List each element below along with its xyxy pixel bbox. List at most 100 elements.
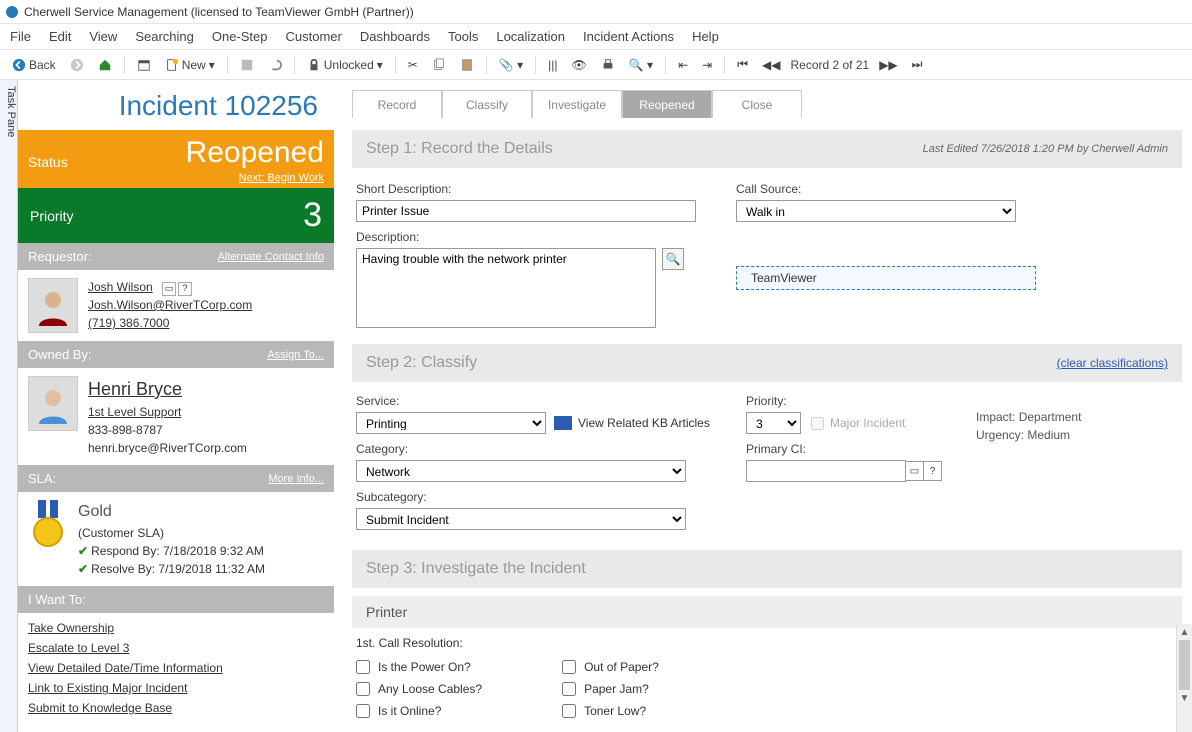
service-select[interactable]: Printing (356, 412, 546, 434)
lock-button[interactable]: Unlocked ▾ (303, 56, 387, 74)
attach-button[interactable]: 📎 ▾ (495, 56, 527, 74)
toolbar: Back New ▾ Unlocked ▾ ✂ 📎 ▾ ||| 👁 🔍 ▾ ⇤ … (0, 50, 1192, 80)
back-button[interactable]: Back (8, 56, 60, 74)
menu-localization[interactable]: Localization (496, 29, 565, 44)
tab-close[interactable]: Close (712, 90, 802, 118)
copy-button[interactable] (428, 56, 450, 74)
menu-file[interactable]: File (10, 29, 31, 44)
clear-classifications-link[interactable]: (clear classifications) (1057, 356, 1168, 370)
outdent-button[interactable]: ⇤ (674, 56, 692, 74)
zoom-icon[interactable]: 🔍 (662, 248, 684, 270)
cut-button[interactable]: ✂ (404, 56, 422, 74)
menu-incident-actions[interactable]: Incident Actions (583, 29, 674, 44)
requestor-header: Requestor: Alternate Contact Info (18, 243, 334, 270)
check-jam[interactable]: Paper Jam? (562, 682, 659, 696)
owner-email: henri.bryce@RiverTCorp.com (88, 439, 247, 457)
sla-more-info-link[interactable]: More Info... (268, 473, 324, 485)
tab-classify[interactable]: Classify (442, 90, 532, 118)
tab-record[interactable]: Record (352, 90, 442, 118)
window-title: Cherwell Service Management (licensed to… (24, 0, 414, 24)
last-record-button[interactable]: ⏭ (908, 55, 927, 74)
check-power[interactable]: Is the Power On? (356, 660, 482, 674)
iwant-link-major[interactable]: Link to Existing Major Incident (28, 681, 324, 695)
sla-respond: Respond By: 7/18/2018 9:32 AM (91, 544, 264, 558)
paste-button[interactable] (456, 56, 478, 74)
undo-button[interactable] (264, 56, 286, 74)
requestor-email[interactable]: Josh.Wilson@RiverTCorp.com (88, 296, 252, 314)
service-label: Service: (356, 394, 716, 408)
eye-button[interactable]: 👁 (568, 56, 591, 74)
call-source-select[interactable]: Walk in (736, 200, 1016, 222)
medal-icon (28, 500, 68, 550)
iwant-take-ownership[interactable]: Take Ownership (28, 621, 324, 635)
status-label: Status (28, 154, 68, 170)
ci-search-icon[interactable]: ? (924, 461, 942, 481)
menu-edit[interactable]: Edit (49, 29, 71, 44)
view-kb-link[interactable]: View Related KB Articles (554, 416, 710, 430)
tab-investigate[interactable]: Investigate (532, 90, 622, 118)
priority-value: 3 (303, 196, 322, 235)
tab-reopened[interactable]: Reopened (622, 90, 712, 118)
calendar-button[interactable] (133, 56, 155, 74)
detail-panel: Record Classify Investigate Reopened Clo… (334, 80, 1192, 732)
indent-button[interactable]: ⇥ (698, 56, 716, 74)
sla-type: (Customer SLA) (78, 524, 265, 542)
iwant-escalate[interactable]: Escalate to Level 3 (28, 641, 324, 655)
info-icon[interactable]: ? (178, 282, 192, 296)
iwant-submit-kb[interactable]: Submit to Knowledge Base (28, 701, 324, 715)
task-pane[interactable]: Task Pane (0, 80, 18, 732)
menu-dashboards[interactable]: Dashboards (360, 29, 430, 44)
check-toner[interactable]: Toner Low? (562, 704, 659, 718)
new-button[interactable]: New ▾ (161, 56, 219, 74)
iwant-list: Take Ownership Escalate to Level 3 View … (18, 613, 334, 729)
scroll-down-icon[interactable]: ▼ (1177, 690, 1192, 706)
print-button[interactable] (597, 56, 619, 74)
alternate-contact-link[interactable]: Alternate Contact Info (218, 251, 324, 263)
card-icon[interactable]: ▭ (162, 282, 176, 296)
barcode-button[interactable]: ||| (544, 56, 561, 74)
owner-role[interactable]: 1st Level Support (88, 403, 247, 421)
first-record-button[interactable]: ⏮ (733, 55, 752, 74)
requestor-name[interactable]: Josh Wilson (88, 280, 153, 294)
search-button[interactable]: 🔍 ▾ (625, 56, 657, 74)
owner-name[interactable]: Henri Bryce (88, 376, 247, 403)
priority-label: Priority (30, 208, 74, 224)
primary-ci-input[interactable] (746, 460, 906, 482)
assign-to-link[interactable]: Assign To... (267, 349, 324, 361)
window-title-bar: Cherwell Service Management (licensed to… (0, 0, 1192, 24)
priority-block: Priority 3 (18, 188, 334, 243)
menu-searching[interactable]: Searching (135, 29, 194, 44)
scroll-thumb[interactable] (1179, 640, 1190, 690)
short-desc-input[interactable] (356, 200, 696, 222)
home-button[interactable] (94, 56, 116, 74)
menu-tools[interactable]: Tools (448, 29, 478, 44)
iwant-view-datetime[interactable]: View Detailed Date/Time Information (28, 661, 324, 675)
requestor-phone[interactable]: (719) 386.7000 (88, 314, 252, 332)
next-step-link[interactable]: Next: Begin Work (28, 172, 324, 184)
category-select[interactable]: Network (356, 460, 686, 482)
check-online[interactable]: Is it Online? (356, 704, 482, 718)
first-call-label: 1st. Call Resolution: (352, 628, 1182, 652)
priority-select[interactable]: 3 (746, 412, 801, 434)
menu-help[interactable]: Help (692, 29, 719, 44)
vertical-scrollbar[interactable]: ▲ ▼ (1176, 624, 1192, 732)
menu-view[interactable]: View (89, 29, 117, 44)
description-input[interactable]: Having trouble with the network printer (356, 248, 656, 328)
book-icon (554, 416, 572, 430)
ci-lookup-icon[interactable]: ▭ (906, 461, 924, 481)
step3-header: Step 3: Investigate the Incident (352, 550, 1182, 588)
workflow-tabs: Record Classify Investigate Reopened Clo… (352, 90, 1182, 118)
subcategory-select[interactable]: Submit Incident (356, 508, 686, 530)
prev-record-button[interactable]: ◀◀ (758, 56, 784, 74)
menu-one-step[interactable]: One-Step (212, 29, 268, 44)
menu-customer[interactable]: Customer (286, 29, 342, 44)
check-cables[interactable]: Any Loose Cables? (356, 682, 482, 696)
teamviewer-button[interactable]: TeamViewer (736, 266, 1036, 290)
next-record-button[interactable]: ▶▶ (875, 56, 901, 74)
save-button[interactable] (236, 56, 258, 74)
forward-button[interactable] (66, 56, 88, 74)
major-incident-checkbox[interactable]: Major Incident (811, 416, 905, 430)
check-paper[interactable]: Out of Paper? (562, 660, 659, 674)
step3-subheader: Printer (352, 596, 1182, 628)
scroll-up-icon[interactable]: ▲ (1177, 624, 1192, 640)
